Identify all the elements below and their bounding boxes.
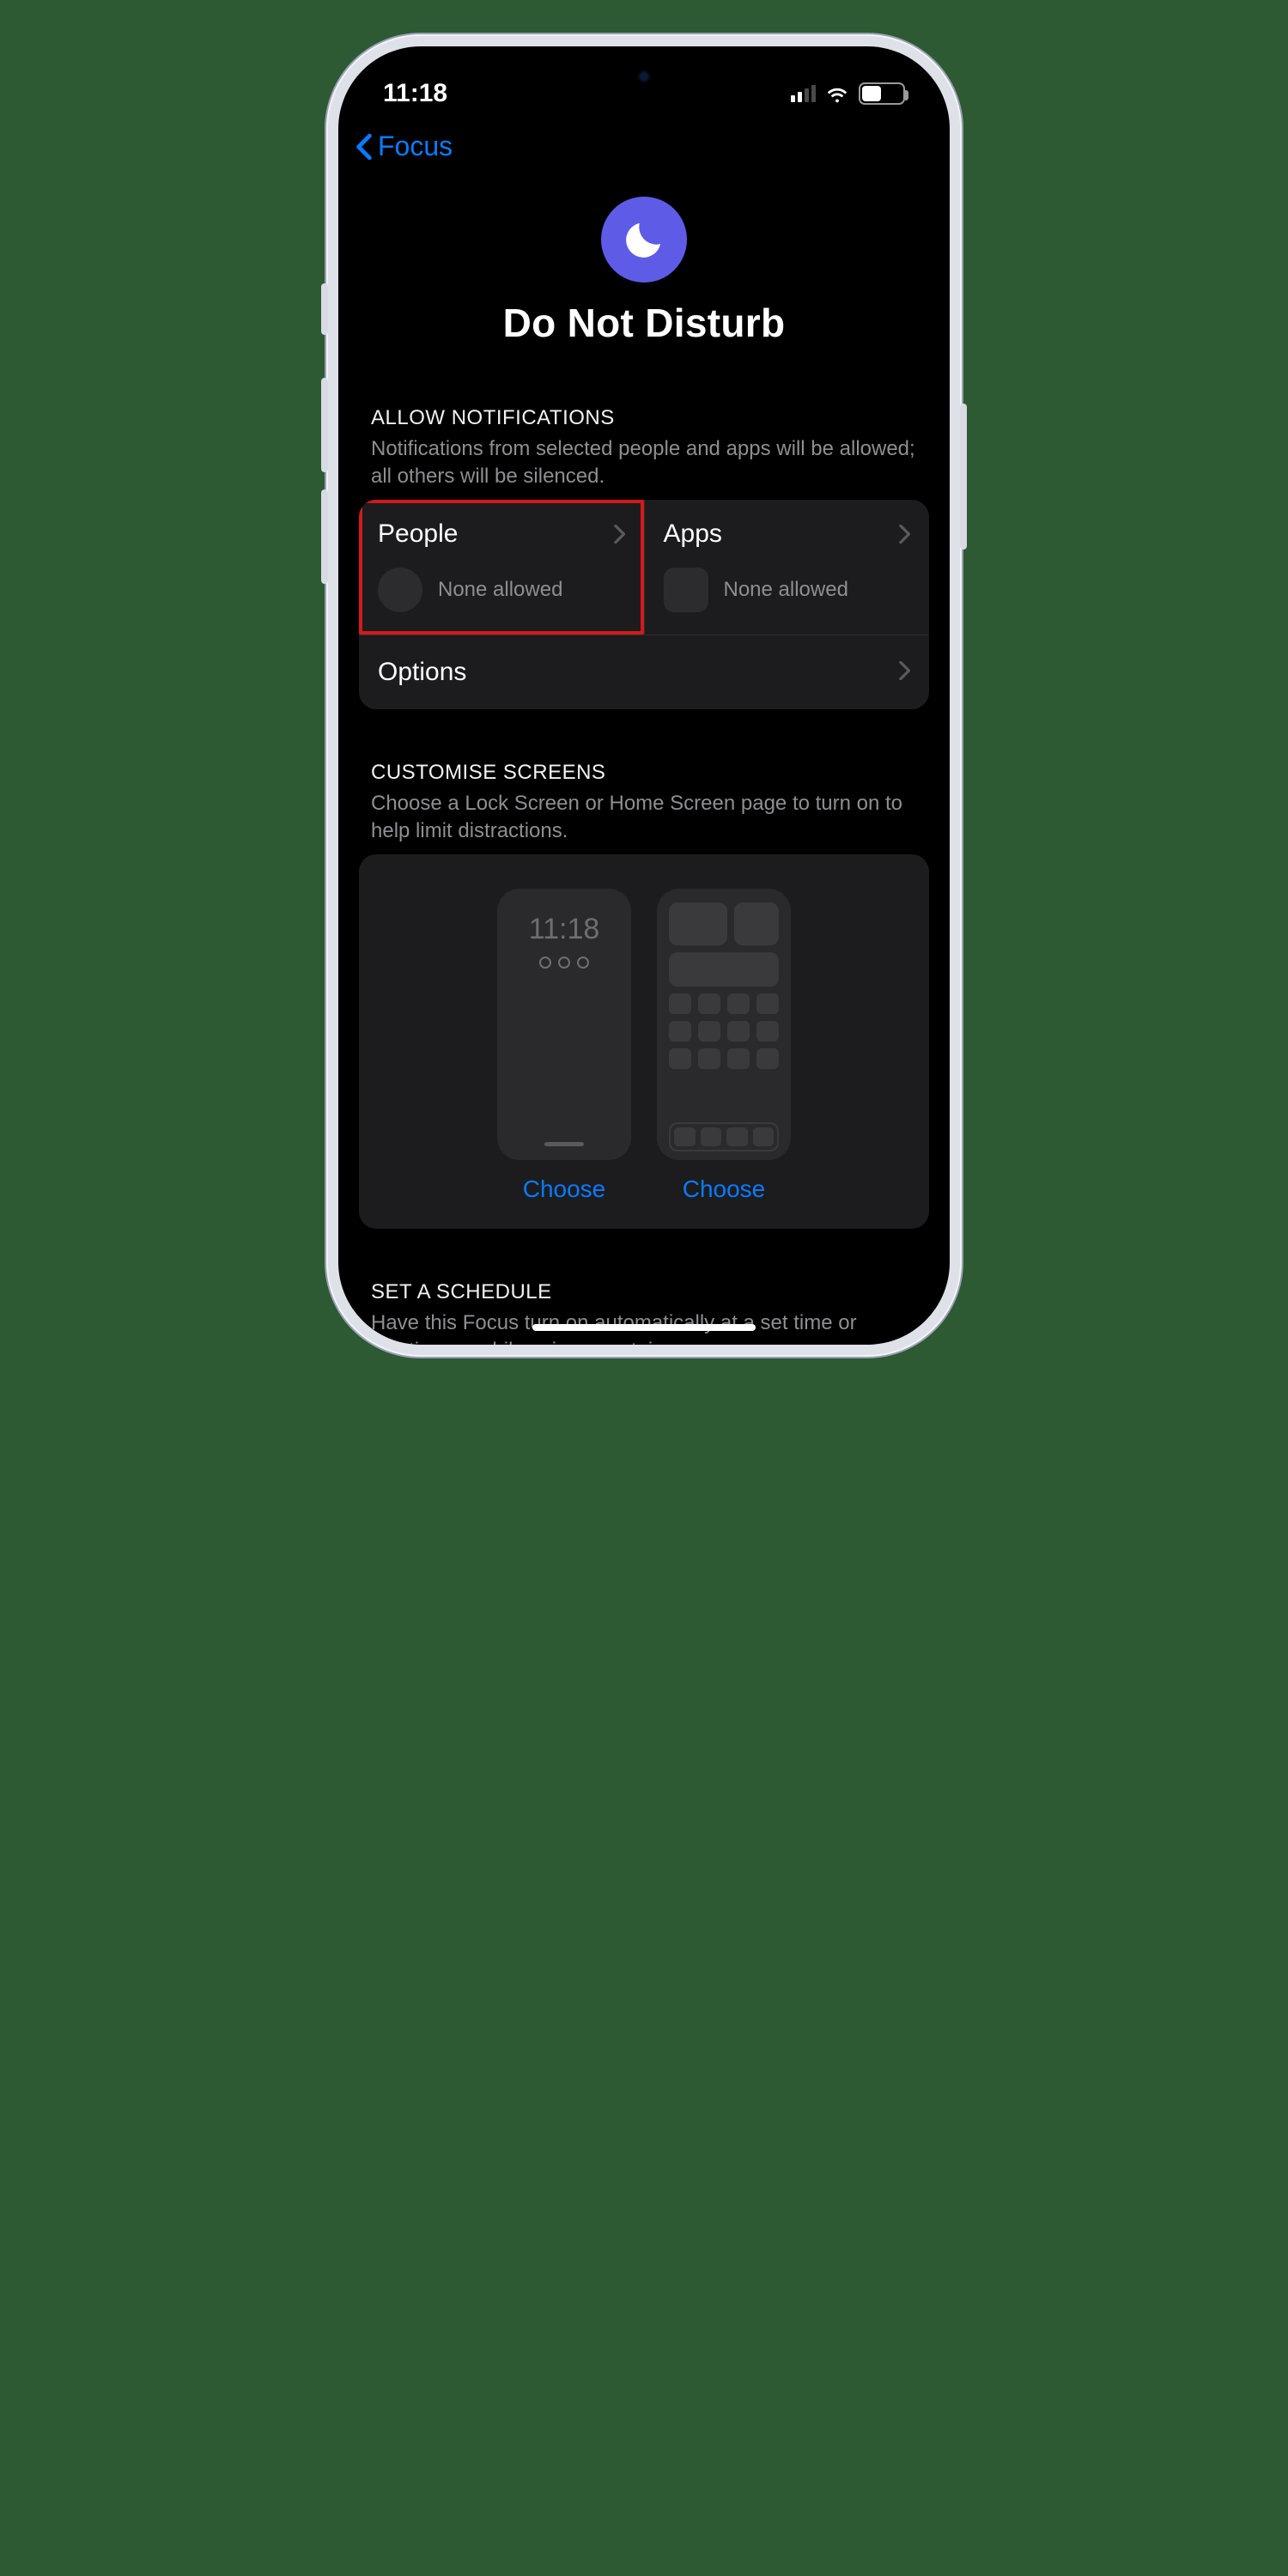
wifi-icon xyxy=(824,84,850,103)
home-indicator-icon xyxy=(544,1142,584,1146)
cellular-icon xyxy=(791,85,816,102)
allow-notifications-section: ALLOW NOTIFICATIONS Notifications from s… xyxy=(359,406,929,709)
people-value: None allowed xyxy=(438,578,562,602)
section-title: ALLOW NOTIFICATIONS xyxy=(371,406,917,430)
moon-icon xyxy=(601,197,687,283)
power-button xyxy=(960,404,967,550)
nav-back[interactable]: Focus xyxy=(338,115,950,162)
people-label: People xyxy=(378,519,458,549)
widget-icon xyxy=(669,952,779,987)
screens-card: 11:18 Choose Choose xyxy=(359,854,929,1229)
chevron-right-icon xyxy=(898,658,910,687)
page-title: Do Not Disturb xyxy=(338,300,950,346)
choose-home-button[interactable]: Choose xyxy=(657,1176,791,1203)
chevron-right-icon xyxy=(613,519,625,550)
customise-screens-section: CUSTOMISE SCREENS Choose a Lock Screen o… xyxy=(359,761,929,1229)
options-row[interactable]: Options xyxy=(359,635,929,709)
schedule-section: SET A SCHEDULE Have this Focus turn on a… xyxy=(359,1280,929,1345)
apps-cell[interactable]: Apps None allowed xyxy=(644,500,930,635)
avatar-placeholder xyxy=(378,568,422,612)
options-label: Options xyxy=(378,658,466,687)
hero: Do Not Disturb xyxy=(338,162,950,355)
volume-up-button xyxy=(321,378,328,472)
device-frame: 11:18 43 Focus Do Not Disturb xyxy=(326,34,962,1357)
front-camera xyxy=(638,70,650,82)
battery-level: 43 xyxy=(863,86,901,101)
side-button xyxy=(321,283,328,335)
notch xyxy=(528,46,760,88)
home-indicator[interactable] xyxy=(532,1324,756,1331)
app-grid-icon xyxy=(669,993,779,1069)
chevron-right-icon xyxy=(898,519,910,550)
section-title: CUSTOMISE SCREENS xyxy=(371,761,917,785)
lock-screen-preview[interactable]: 11:18 xyxy=(497,889,631,1160)
widget-icon xyxy=(669,902,727,945)
screen: 11:18 43 Focus Do Not Disturb xyxy=(338,46,950,1345)
volume-down-button xyxy=(321,489,328,584)
home-screen-preview[interactable] xyxy=(657,889,791,1160)
widget-icon xyxy=(734,902,779,945)
status-time: 11:18 xyxy=(383,79,447,108)
apps-value: None allowed xyxy=(724,578,848,602)
section-title: SET A SCHEDULE xyxy=(371,1280,917,1304)
battery-icon: 43 xyxy=(859,82,905,105)
section-desc: Choose a Lock Screen or Home Screen page… xyxy=(371,790,917,846)
allow-card: People None allowed xyxy=(359,500,929,709)
dock-icon xyxy=(669,1122,779,1151)
apps-label: Apps xyxy=(664,519,722,549)
choose-lock-button[interactable]: Choose xyxy=(497,1176,631,1203)
nav-back-label: Focus xyxy=(378,131,453,162)
lock-preview-time: 11:18 xyxy=(529,913,600,946)
section-desc: Notifications from selected people and a… xyxy=(371,435,917,491)
status-right: 43 xyxy=(791,82,905,105)
lock-preview-dots xyxy=(539,957,589,969)
people-cell[interactable]: People None allowed xyxy=(359,500,644,635)
app-placeholder-icon xyxy=(664,568,708,612)
